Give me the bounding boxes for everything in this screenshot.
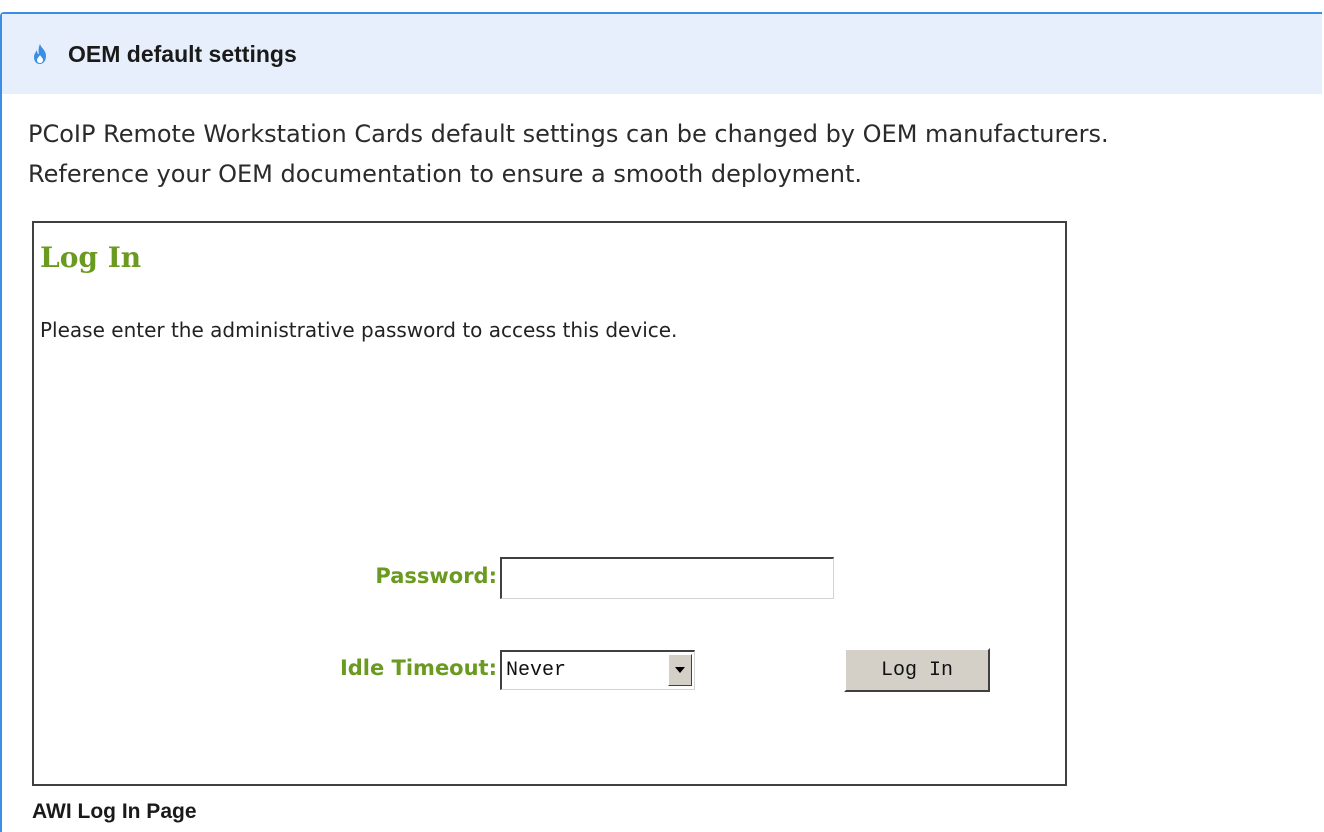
admonition-text-line-1: PCoIP Remote Workstation Cards default s… (28, 120, 1109, 148)
password-label: Password: (375, 564, 497, 588)
admonition-header: OEM default settings (2, 14, 1322, 94)
admonition-title: OEM default settings (68, 40, 297, 67)
dropdown-button[interactable] (668, 654, 692, 686)
login-title: Log In (40, 241, 142, 274)
login-button[interactable]: Log In (844, 648, 990, 692)
idle-timeout-select[interactable]: Never (500, 650, 695, 690)
figure-caption: AWI Log In Page (32, 800, 197, 823)
admonition-body: PCoIP Remote Workstation Cards default s… (2, 94, 1322, 194)
chevron-down-icon (675, 667, 685, 673)
awi-login-screenshot: Log In Please enter the administrative p… (32, 221, 1067, 786)
idle-timeout-value: Never (506, 659, 567, 682)
idle-timeout-label: Idle Timeout: (339, 656, 497, 680)
password-input[interactable] (500, 557, 834, 599)
admonition-text-line-2: Reference your OEM documentation to ensu… (28, 160, 863, 188)
flame-icon (30, 43, 50, 65)
login-description: Please enter the administrative password… (40, 318, 678, 342)
